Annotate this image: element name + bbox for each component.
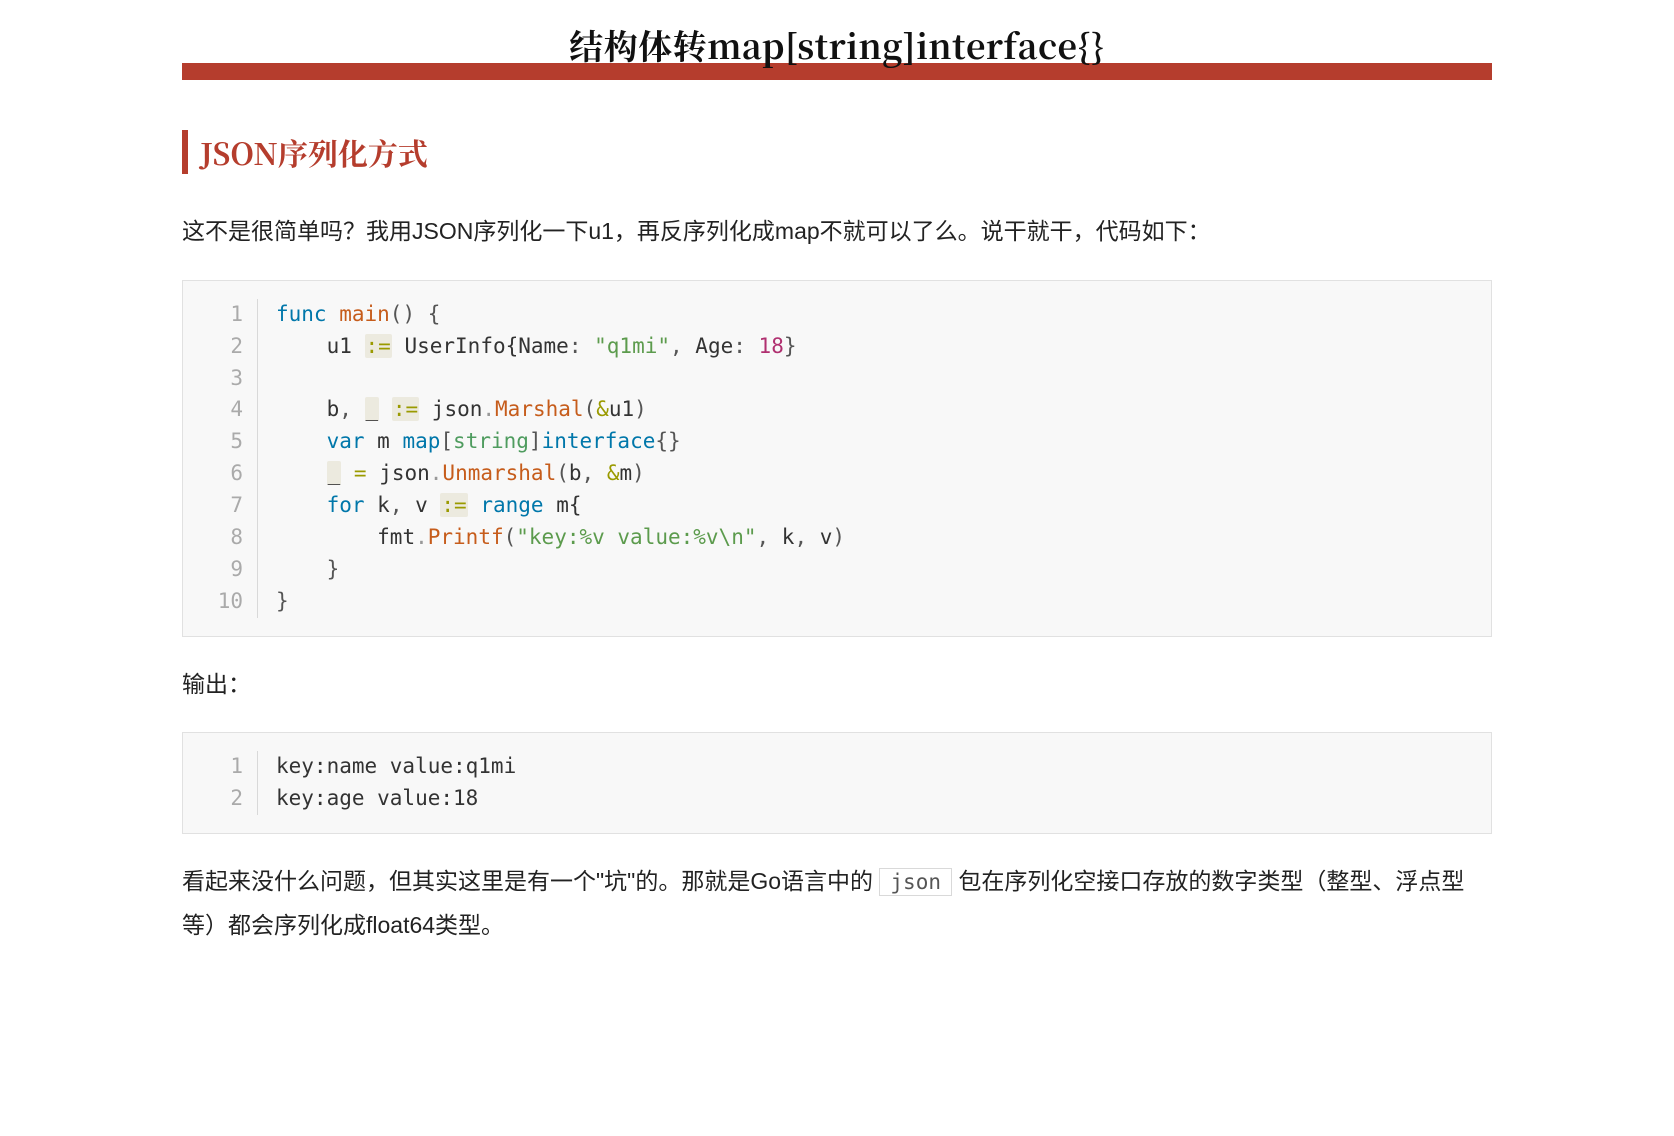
code-line: 1func main() { (183, 299, 1473, 331)
code-content: var m map[string]interface{} (258, 426, 1473, 458)
line-number: 1 (183, 299, 258, 331)
line-number: 10 (183, 586, 258, 618)
code-block-2: 1key:name value:q1mi2key:age value:18 (182, 732, 1492, 834)
line-number: 6 (183, 458, 258, 490)
section-heading: JSON序列化方式 (182, 130, 1492, 174)
code-content: b, _ := json.Marshal(&u1) (258, 394, 1473, 426)
page-title: 结构体转map[string]interface{} (182, 20, 1492, 69)
code-line: 9 } (183, 554, 1473, 586)
line-number: 2 (183, 783, 258, 815)
line-number: 3 (183, 363, 258, 395)
code-line: 4 b, _ := json.Marshal(&u1) (183, 394, 1473, 426)
line-number: 8 (183, 522, 258, 554)
code-line: 6 _ = json.Unmarshal(b, &m) (183, 458, 1473, 490)
code-content: for k, v := range m{ (258, 490, 1473, 522)
code-line: 2key:age value:18 (183, 783, 1473, 815)
output-label: 输出： (182, 663, 1492, 707)
code-line: 10} (183, 586, 1473, 618)
code-line: 2 u1 := UserInfo{Name: "q1mi", Age: 18} (183, 331, 1473, 363)
code-content: key:name value:q1mi (258, 751, 1473, 783)
code-line: 5 var m map[string]interface{} (183, 426, 1473, 458)
line-number: 5 (183, 426, 258, 458)
line-number: 4 (183, 394, 258, 426)
para3-pre: 看起来没什么问题，但其实这里是有一个"坑"的。那就是Go语言中的 (182, 868, 879, 894)
intro-paragraph: 这不是很简单吗？我用JSON序列化一下u1，再反序列化成map不就可以了么。说干… (182, 210, 1492, 254)
code-line: 3 (183, 363, 1473, 395)
code-line: 8 fmt.Printf("key:%v value:%v\n", k, v) (183, 522, 1473, 554)
code-block-1: 1func main() {2 u1 := UserInfo{Name: "q1… (182, 280, 1492, 637)
title-bar: 结构体转map[string]interface{} (182, 20, 1492, 80)
code-content: } (258, 554, 1473, 586)
line-number: 1 (183, 751, 258, 783)
code-content: } (258, 586, 1473, 618)
code-content (258, 363, 1473, 395)
code-content: func main() { (258, 299, 1473, 331)
code-content: key:age value:18 (258, 783, 1473, 815)
explanation-paragraph: 看起来没什么问题，但其实这里是有一个"坑"的。那就是Go语言中的 json 包在… (182, 860, 1492, 947)
document-page: 结构体转map[string]interface{} JSON序列化方式 这不是… (182, 0, 1492, 1034)
line-number: 2 (183, 331, 258, 363)
code-content: u1 := UserInfo{Name: "q1mi", Age: 18} (258, 331, 1473, 363)
line-number: 7 (183, 490, 258, 522)
line-number: 9 (183, 554, 258, 586)
code-line: 7 for k, v := range m{ (183, 490, 1473, 522)
code-content: _ = json.Unmarshal(b, &m) (258, 458, 1473, 490)
code-content: fmt.Printf("key:%v value:%v\n", k, v) (258, 522, 1473, 554)
inline-code-json: json (879, 868, 952, 896)
code-line: 1key:name value:q1mi (183, 751, 1473, 783)
